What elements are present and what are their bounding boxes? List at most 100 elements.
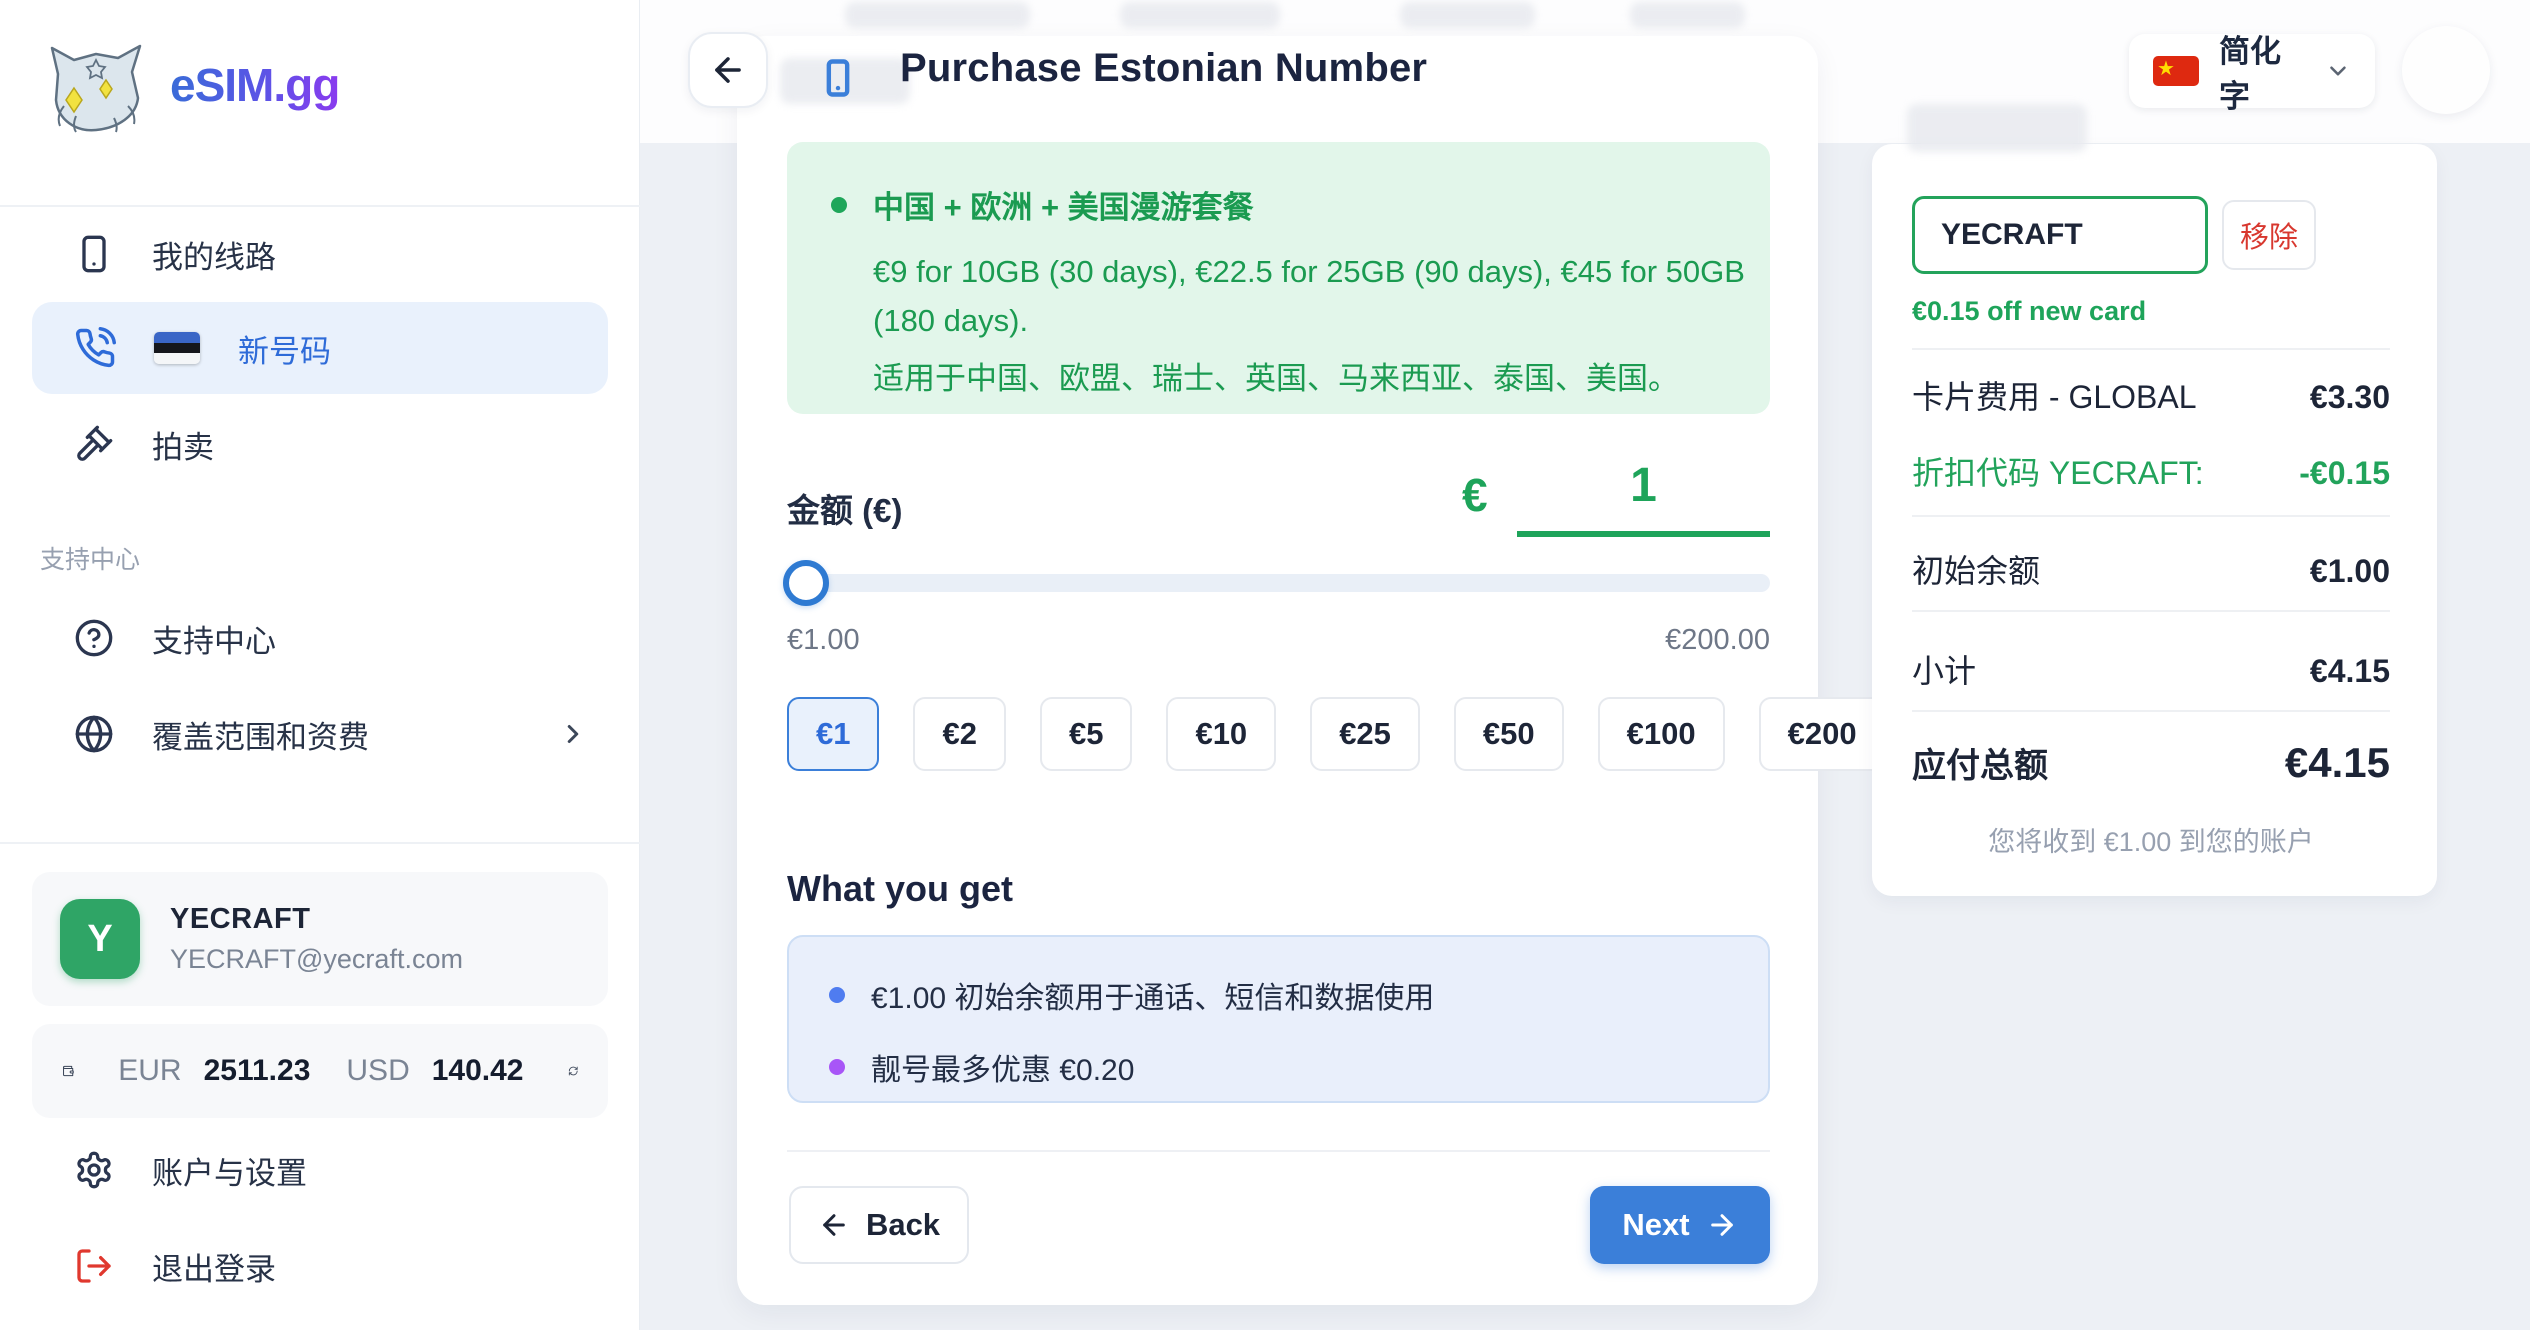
sidebar-item-settings[interactable]: 账户与设置 — [32, 1124, 608, 1216]
skeleton-step-2 — [1120, 2, 1280, 28]
sidebar-item-my-lines[interactable]: 我的线路 — [32, 208, 608, 300]
cart-row-label: 初始余额 — [1912, 546, 2040, 592]
next-button[interactable]: Next — [1590, 1186, 1770, 1264]
plan-title: 中国 + 欧洲 + 美国漫游套餐 — [873, 182, 1254, 227]
skeleton-step-3 — [1400, 2, 1535, 28]
sidebar-item-new-number[interactable]: 新号码 — [32, 302, 608, 394]
divider — [1912, 610, 2390, 612]
arrow-right-icon — [1706, 1209, 1738, 1241]
sidebar-item-label: 支持中心 — [152, 616, 276, 661]
preset-amount-button[interactable]: €200 — [1759, 697, 1886, 771]
remove-promo-button[interactable]: 移除 — [2222, 200, 2316, 270]
phone-call-icon — [74, 327, 116, 369]
currency-symbol: € — [1462, 468, 1488, 522]
back-button[interactable]: Back — [789, 1186, 969, 1264]
cart-row-card-fee: 卡片费用 - GLOBAL €3.30 — [1912, 372, 2390, 418]
preset-amount-button[interactable]: €10 — [1166, 697, 1276, 771]
sidebar-item-label: 拍卖 — [152, 422, 214, 467]
divider — [1912, 348, 2390, 350]
divider — [0, 842, 640, 844]
preset-amount-button[interactable]: €50 — [1454, 697, 1564, 771]
refresh-icon[interactable] — [568, 1053, 579, 1089]
skeleton-cart-title — [1907, 104, 2087, 152]
sidebar: eSIM.gg 我的线路 新号码 拍卖 支持中心 支持中心 覆盖范围和资费 — [0, 0, 640, 1330]
divider — [1912, 710, 2390, 712]
skeleton-step-1 — [845, 2, 1030, 28]
avatar: Y — [60, 899, 140, 979]
back-button-label: Back — [866, 1207, 940, 1243]
preset-amount-button[interactable]: €25 — [1310, 697, 1420, 771]
benefit-item: €1.00 初始余额用于通话、短信和数据使用 — [871, 973, 1434, 1017]
slider-min-label: €1.00 — [787, 624, 860, 657]
divider — [0, 205, 640, 207]
sidebar-item-label: 我的线路 — [152, 232, 276, 277]
sidebar-item-label: 退出登录 — [152, 1244, 276, 1289]
what-you-get-box: €1.00 初始余额用于通话、短信和数据使用 靓号最多优惠 €0.20 — [787, 935, 1770, 1103]
cart-row-value: €1.00 — [2310, 553, 2390, 590]
china-flag-icon: ★ — [2153, 56, 2199, 86]
preset-amount-button[interactable]: €1 — [787, 697, 879, 771]
phone-number-icon — [816, 46, 860, 110]
cart-row-label: 小计 — [1912, 646, 1976, 692]
cart-row-value: €4.15 — [2285, 739, 2390, 787]
smartphone-icon — [74, 234, 114, 274]
brand-logo[interactable]: eSIM.gg — [44, 36, 339, 134]
gear-icon — [74, 1150, 114, 1190]
roaming-plan-box: 中国 + 欧洲 + 美国漫游套餐 €9 for 10GB (30 days), … — [787, 142, 1770, 414]
skeleton-step-4 — [1630, 2, 1745, 28]
bullet-dot — [831, 197, 847, 213]
sidebar-item-label: 覆盖范围和资费 — [152, 712, 369, 757]
amount-input[interactable]: 1 — [1517, 458, 1770, 537]
arrow-left-icon — [709, 51, 747, 89]
eur-balance: 2511.23 — [204, 1054, 311, 1088]
purchase-number-page: { "brand": { "name": "eSIM.gg" }, "langu… — [0, 0, 2530, 1330]
language-label: 简化字 — [2219, 26, 2305, 116]
sidebar-item-logout[interactable]: 退出登录 — [32, 1220, 608, 1312]
account-name: YECRAFT — [170, 903, 463, 936]
wallet-balance-card: EUR 2511.23 USD 140.42 — [32, 1024, 608, 1118]
bullet-dot — [829, 987, 845, 1003]
preset-amount-button[interactable]: €100 — [1598, 697, 1725, 771]
page-title: Purchase Estonian Number — [900, 46, 1427, 91]
support-section-label: 支持中心 — [40, 540, 140, 576]
promo-code-input[interactable] — [1912, 196, 2208, 274]
cart-row-initial-balance: 初始余额 €1.00 — [1912, 546, 2390, 592]
next-button-label: Next — [1622, 1207, 1689, 1243]
cart-row-value: -€0.15 — [2299, 455, 2390, 492]
usd-balance: 140.42 — [432, 1054, 524, 1088]
benefit-item: 靓号最多优惠 €0.20 — [871, 1045, 1134, 1089]
logout-icon — [74, 1246, 114, 1286]
amount-label: 金额 (€) — [787, 484, 903, 532]
divider — [787, 1150, 1770, 1152]
header-back-button[interactable] — [688, 32, 768, 108]
sidebar-item-coverage-rates[interactable]: 覆盖范围和资费 — [32, 688, 608, 780]
sidebar-item-label: 账户与设置 — [152, 1148, 307, 1193]
wallet-icon — [62, 1050, 74, 1092]
cart-row-subtotal: 小计 €4.15 — [1912, 646, 2390, 692]
language-selector[interactable]: ★ 简化字 — [2129, 34, 2375, 108]
bullet-dot — [829, 1059, 845, 1075]
chevron-down-icon — [2325, 57, 2351, 85]
sidebar-item-auction[interactable]: 拍卖 — [32, 398, 608, 490]
brand-name: eSIM.gg — [170, 58, 339, 112]
amount-slider-thumb[interactable] — [783, 560, 829, 606]
eur-label: EUR — [118, 1054, 181, 1088]
gavel-icon — [74, 424, 114, 464]
estonia-flag-icon — [154, 332, 200, 364]
cart-row-value: €3.30 — [2310, 379, 2390, 416]
preset-amount-button[interactable]: €5 — [1040, 697, 1132, 771]
help-circle-icon — [74, 618, 114, 658]
divider — [1912, 515, 2390, 517]
globe-icon — [74, 714, 114, 754]
what-you-get-title: What you get — [787, 868, 1013, 910]
sidebar-item-label: 新号码 — [238, 326, 331, 371]
sidebar-item-support-center[interactable]: 支持中心 — [32, 592, 608, 684]
cart-credit-note: 您将收到 €1.00 到您的账户 — [1912, 820, 2390, 859]
account-card[interactable]: Y YECRAFT YECRAFT@yecraft.com — [32, 872, 608, 1006]
cart-row-label: 应付总额 — [1912, 738, 2048, 787]
slider-max-label: €200.00 — [1470, 624, 1770, 657]
amount-slider-track[interactable] — [791, 574, 1770, 592]
user-avatar[interactable] — [2402, 26, 2490, 114]
plan-pricing: €9 for 10GB (30 days), €22.5 for 25GB (9… — [873, 247, 1778, 345]
preset-amount-button[interactable]: €2 — [913, 697, 1005, 771]
